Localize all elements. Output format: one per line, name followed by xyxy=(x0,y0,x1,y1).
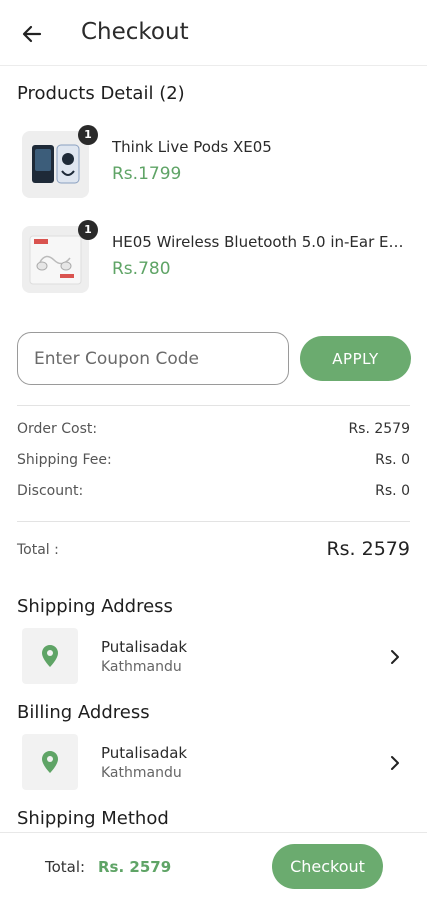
address-line-1: Putalisadak xyxy=(101,638,188,656)
apply-coupon-button[interactable]: APPLY xyxy=(300,336,411,381)
quantity-badge: 1 xyxy=(78,220,98,240)
checkout-button[interactable]: Checkout xyxy=(272,844,383,889)
arrow-left-icon xyxy=(22,25,42,43)
total-row: Total : Rs. 2579 xyxy=(17,538,410,564)
discount-label: Discount: xyxy=(17,483,84,499)
discount-row: Discount: Rs. 0 xyxy=(17,483,410,505)
order-cost-label: Order Cost: xyxy=(17,421,98,437)
product-price: Rs.780 xyxy=(112,259,171,279)
earbuds-box-image xyxy=(32,144,80,184)
back-button[interactable] xyxy=(18,20,46,48)
bottom-total-label: Total: xyxy=(45,858,86,876)
billing-address-card[interactable]: Putalisadak Kathmandu xyxy=(22,734,412,792)
discount-value: Rs. 0 xyxy=(375,483,410,499)
total-value: Rs. 2579 xyxy=(326,538,410,560)
app-bar: Checkout xyxy=(0,0,427,66)
shipping-address-title: Shipping Address xyxy=(17,596,173,617)
product-item[interactable]: 1 Think Live Pods XE05 Rs.1799 xyxy=(22,125,412,201)
divider xyxy=(17,521,410,522)
product-price: Rs.1799 xyxy=(112,164,182,184)
product-name: Think Live Pods XE05 xyxy=(112,138,272,156)
product-name: HE05 Wireless Bluetooth 5.0 in-Ear Earph… xyxy=(112,233,407,251)
chevron-right-icon xyxy=(391,650,399,664)
shipping-fee-row: Shipping Fee: Rs. 0 xyxy=(17,452,410,474)
product-image xyxy=(22,131,89,198)
earphones-image xyxy=(29,235,82,285)
order-cost-value: Rs. 2579 xyxy=(348,421,410,437)
coupon-code-input[interactable] xyxy=(17,332,289,385)
quantity-badge: 1 xyxy=(78,125,98,145)
shipping-method-title: Shipping Method xyxy=(17,808,169,829)
products-detail-title: Products Detail (2) xyxy=(17,83,185,104)
checkout-bottom-bar: Total: Rs. 2579 Checkout xyxy=(0,832,427,900)
product-image xyxy=(22,226,89,293)
address-line-2: Kathmandu xyxy=(101,659,182,675)
location-pin-box xyxy=(22,734,78,790)
address-line-2: Kathmandu xyxy=(101,765,182,781)
shipping-address-card[interactable]: Putalisadak Kathmandu xyxy=(22,628,412,686)
total-label: Total : xyxy=(17,542,59,558)
shipping-fee-value: Rs. 0 xyxy=(375,452,410,468)
address-line-1: Putalisadak xyxy=(101,744,188,762)
location-pin-icon xyxy=(42,645,58,667)
chevron-right-icon xyxy=(391,756,399,770)
divider xyxy=(17,405,410,406)
order-cost-row: Order Cost: Rs. 2579 xyxy=(17,421,410,443)
bottom-total-value: Rs. 2579 xyxy=(98,858,172,876)
product-item[interactable]: 1 HE05 Wireless Bluetooth 5.0 in-Ear Ear… xyxy=(22,220,412,296)
location-pin-box xyxy=(22,628,78,684)
billing-address-title: Billing Address xyxy=(17,702,150,723)
page-title: Checkout xyxy=(81,19,189,45)
location-pin-icon xyxy=(42,751,58,773)
shipping-fee-label: Shipping Fee: xyxy=(17,452,112,468)
